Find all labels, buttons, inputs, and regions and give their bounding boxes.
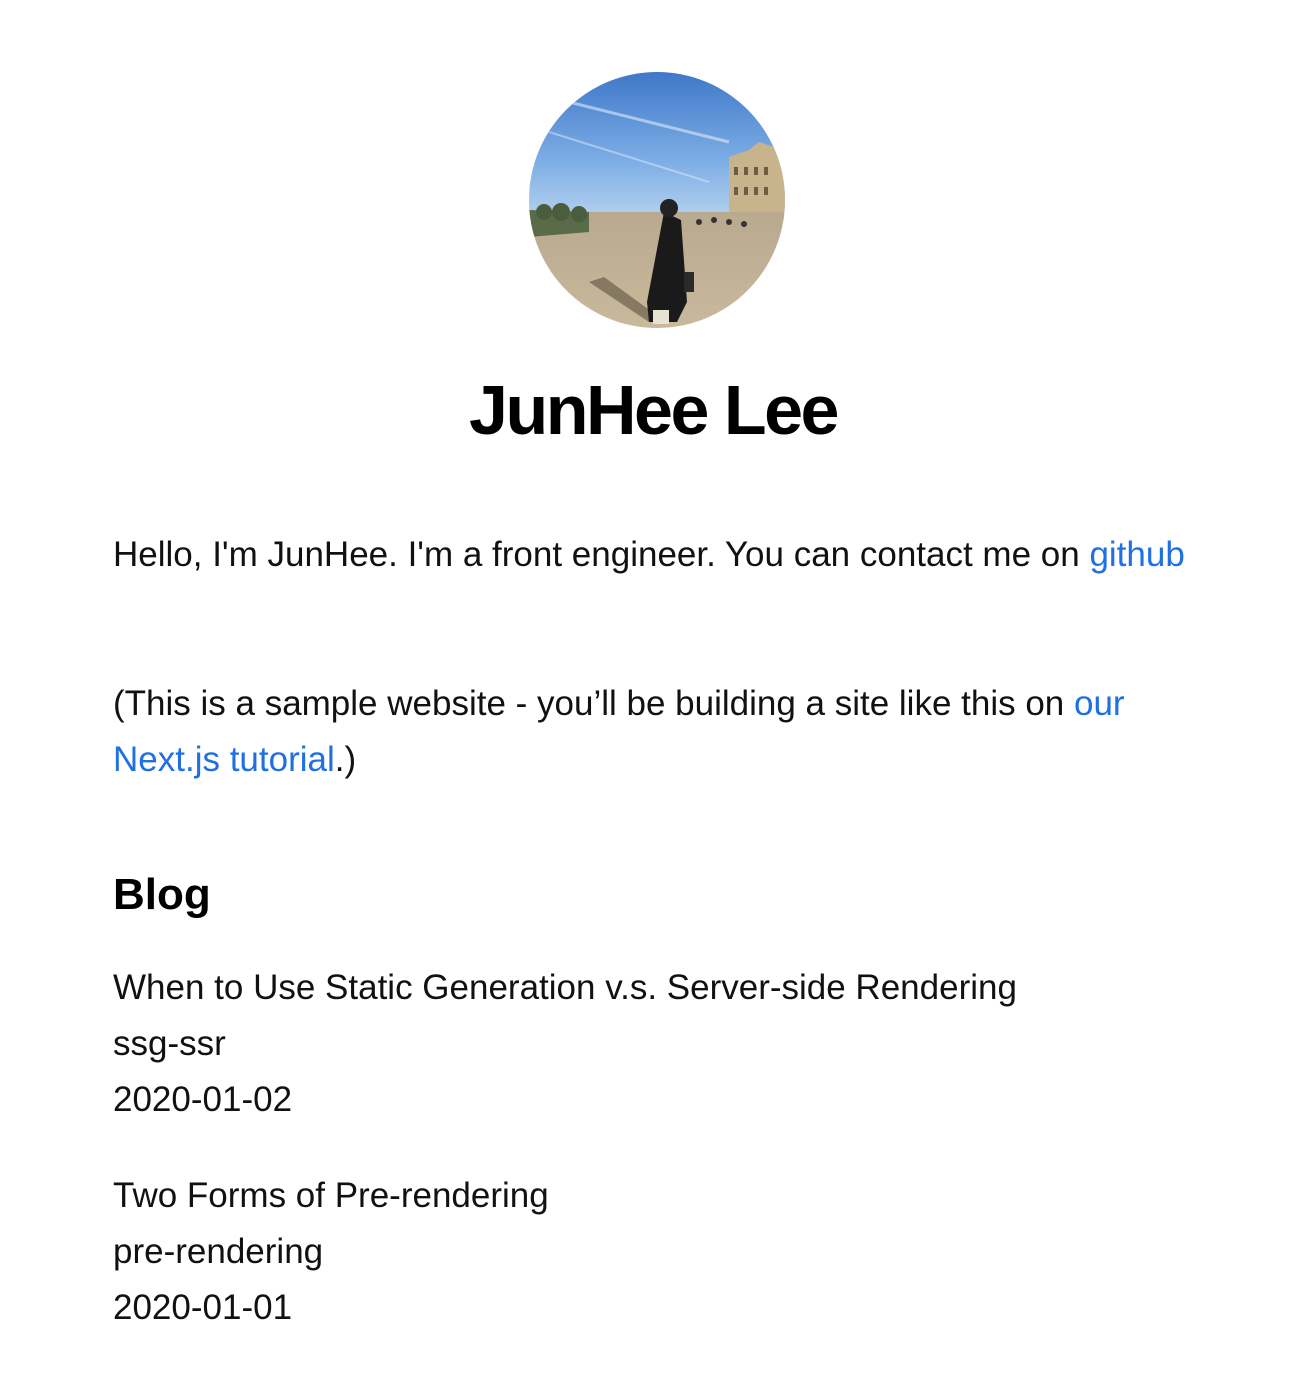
tutorial-note: (This is a sample website - you’ll be bu… — [113, 676, 1203, 788]
blog-post-title: Two Forms of Pre-rendering — [113, 1176, 549, 1215]
blog-heading: Blog — [113, 870, 211, 919]
note-suffix: .) — [334, 740, 357, 779]
avatar-photo-icon — [529, 72, 785, 328]
blog-post-id: pre-rendering — [113, 1232, 324, 1271]
profile-avatar — [529, 72, 785, 328]
blog-post-item[interactable]: When to Use Static Generation v.s. Serve… — [113, 960, 1213, 1128]
profile-name: JunHee Lee — [469, 371, 839, 449]
blog-post-list: When to Use Static Generation v.s. Serve… — [113, 960, 1213, 1376]
page: JunHee Lee Hello, I'm JunHee. I'm a fron… — [0, 0, 1306, 1386]
intro-text: Hello, I'm JunHee. I'm a front engineer.… — [113, 535, 1090, 574]
intro-paragraph: Hello, I'm JunHee. I'm a front engineer.… — [113, 527, 1203, 583]
github-link[interactable]: github — [1089, 535, 1184, 574]
blog-post-date: 2020-01-02 — [113, 1080, 293, 1119]
note-prefix: (This is a sample website - you’ll be bu… — [113, 684, 1074, 723]
blog-post-date: 2020-01-01 — [113, 1288, 293, 1327]
blog-post-id: ssg-ssr — [113, 1024, 226, 1063]
blog-post-item[interactable]: Two Forms of Pre-rendering pre-rendering… — [113, 1168, 1213, 1336]
blog-post-title: When to Use Static Generation v.s. Serve… — [113, 968, 1017, 1007]
